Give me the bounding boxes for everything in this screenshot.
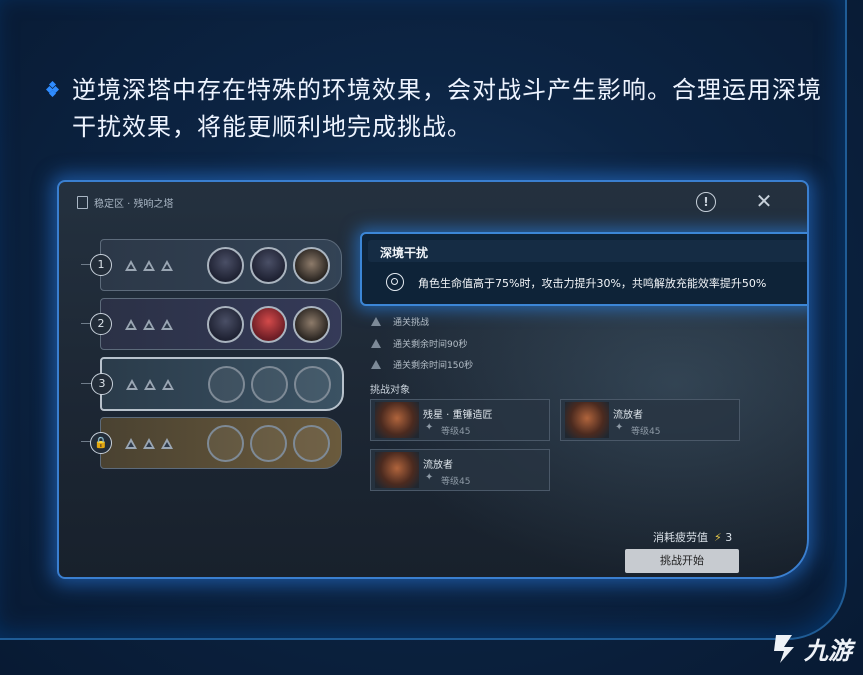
- info-alert-icon[interactable]: !: [696, 192, 716, 212]
- empty-portrait-slot: [294, 365, 331, 403]
- difficulty-marks: [125, 437, 173, 449]
- tooltip-header: [368, 240, 807, 262]
- team-portraits: [207, 305, 330, 343]
- enemy-avatar: [375, 402, 419, 438]
- floor-number: 1: [90, 254, 112, 276]
- character-portrait: [293, 246, 330, 284]
- triangle-icon: [126, 378, 138, 390]
- enemy-name: 流放者: [613, 410, 643, 421]
- cost-label: 消耗疲劳值: [653, 531, 708, 544]
- enemy-card[interactable]: 残星 · 重锤造匠 ✦ 等级45: [370, 399, 550, 441]
- floor-number: 2: [90, 313, 112, 335]
- nine-game-logo-icon: [774, 635, 794, 663]
- enemy-name: 残星 · 重锤造匠: [423, 410, 493, 421]
- condition-item: 通关剩余时间90秒: [371, 337, 467, 350]
- triangle-icon: [371, 317, 381, 326]
- character-portrait: [293, 305, 330, 343]
- triangle-icon: [161, 318, 173, 330]
- triangle-icon: [162, 378, 174, 390]
- tooltip-description: 角色生命值高于75%时，攻击力提升30%，共鸣解放充能效率提升50%: [418, 277, 767, 290]
- depth-interference-tooltip: 深境干扰 角色生命值高于75%时，攻击力提升30%，共鸣解放充能效率提升50%: [360, 232, 807, 306]
- target-icon: [386, 273, 404, 291]
- triangle-icon: [161, 259, 173, 271]
- enemy-avatar: [375, 452, 419, 488]
- lightning-icon: ⚡: [714, 531, 722, 544]
- enemy-name: 流放者: [423, 460, 453, 471]
- condition-text: 通关剩余时间90秒: [393, 340, 468, 350]
- difficulty-marks: [125, 318, 173, 330]
- start-challenge-button[interactable]: 挑战开始: [625, 549, 739, 573]
- watermark-text: 九游: [804, 636, 852, 665]
- tooltip-title: 深境干扰: [380, 246, 429, 260]
- empty-portrait-slot: [250, 424, 287, 462]
- empty-portrait-slot: [208, 365, 245, 403]
- tip-text: 逆境深塔中存在特殊的环境效果，会对战斗产生影响。合理运用深境干扰效果，将能更顺利…: [72, 76, 822, 141]
- character-portrait: [207, 246, 244, 284]
- condition-item: 通关挑战: [371, 315, 429, 328]
- team-portraits: [207, 246, 330, 284]
- enemy-avatar: [565, 402, 609, 438]
- stamina-cost: 消耗疲劳值 ⚡ 3: [653, 529, 732, 545]
- empty-portrait-slot: [293, 424, 330, 462]
- level-icon: ✦: [615, 422, 624, 433]
- floor-3-selected[interactable]: 3: [91, 357, 344, 411]
- targets-label: 挑战对象: [370, 385, 410, 396]
- floor-1[interactable]: 1: [90, 239, 342, 291]
- breadcrumb: 稳定区 · 残响之塔: [77, 195, 174, 210]
- character-portrait: [207, 305, 244, 343]
- level-icon: ✦: [425, 422, 434, 433]
- difficulty-marks: [126, 378, 174, 390]
- enemy-card[interactable]: 流放者 ✦ 等级45: [560, 399, 740, 441]
- document-icon: [77, 196, 88, 209]
- breadcrumb-text: 稳定区 · 残响之塔: [94, 199, 174, 210]
- game-panel: 稳定区 · 残响之塔 ! ✕ 1 2 3 🔒 深境干扰 角色生命值高于75%时，…: [57, 180, 809, 579]
- empty-portrait-slot: [251, 365, 288, 403]
- cost-value: 3: [725, 531, 733, 544]
- floor-4-locked[interactable]: 🔒: [90, 417, 342, 469]
- team-portraits: [207, 424, 330, 462]
- character-portrait: [250, 246, 287, 284]
- floor-number: 3: [91, 373, 113, 395]
- enemy-level: 等级45: [631, 427, 661, 437]
- enemy-level: 等级45: [441, 477, 471, 487]
- triangle-icon: [144, 378, 156, 390]
- floor-2[interactable]: 2: [90, 298, 342, 350]
- enemy-card[interactable]: 流放者 ✦ 等级45: [370, 449, 550, 491]
- difficulty-marks: [125, 259, 173, 271]
- condition-text: 通关挑战: [393, 318, 430, 328]
- bullet-diamond-icon: [46, 81, 60, 97]
- triangle-icon: [143, 318, 155, 330]
- triangle-icon: [143, 437, 155, 449]
- lock-icon: 🔒: [90, 432, 112, 454]
- triangle-icon: [371, 339, 381, 348]
- level-icon: ✦: [425, 472, 434, 483]
- condition-text: 通关剩余时间150秒: [393, 361, 474, 371]
- tip-paragraph: 逆境深塔中存在特殊的环境效果，会对战斗产生影响。合理运用深境干扰效果，将能更顺利…: [46, 72, 828, 146]
- triangle-icon: [371, 360, 381, 369]
- condition-item: 通关剩余时间150秒: [371, 358, 473, 371]
- triangle-icon: [125, 437, 137, 449]
- character-portrait: [250, 305, 287, 343]
- triangle-icon: [161, 437, 173, 449]
- enemy-level: 等级45: [441, 427, 471, 437]
- triangle-icon: [125, 259, 137, 271]
- empty-portrait-slot: [207, 424, 244, 462]
- team-portraits: [208, 365, 331, 403]
- triangle-icon: [125, 318, 137, 330]
- watermark-logo: 九游: [770, 628, 852, 668]
- triangle-icon: [143, 259, 155, 271]
- close-icon[interactable]: ✕: [754, 191, 774, 211]
